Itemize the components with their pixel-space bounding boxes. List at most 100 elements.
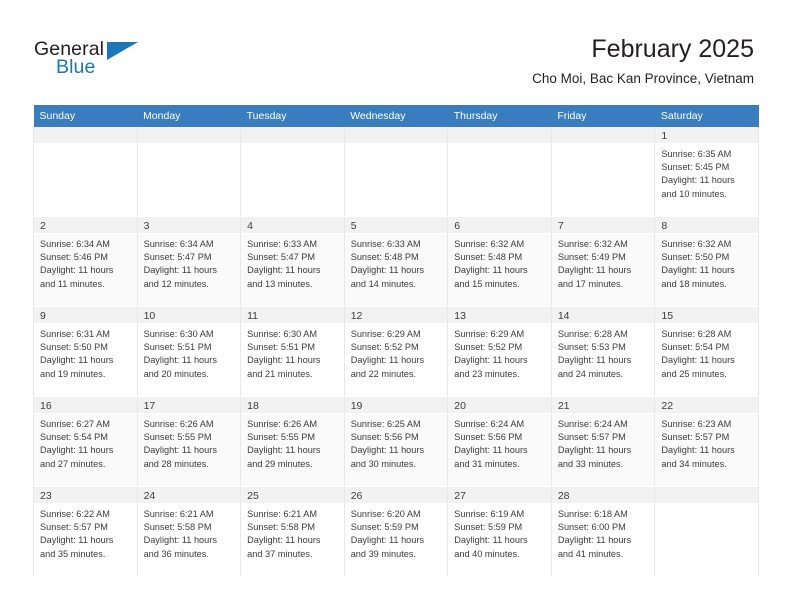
calendar-day-cell[interactable]: 22 Sunrise: 6:23 AM Sunset: 5:57 PM Dayligh…: [654, 396, 759, 487]
calendar-day-cell[interactable]: 6 Sunrise: 6:32 AM Sunset: 5:48 PM Daylight…: [447, 216, 552, 307]
calendar-day-cell[interactable]: 16 Sunrise: 6:27 AM Sunset: 5:54 PM Dayligh…: [33, 396, 138, 487]
calendar-day-cell[interactable]: 25 Sunrise: 6:21 AM Sunset: 5:58 PM Dayligh…: [240, 486, 345, 577]
day-details: Sunrise: 6:18 AM Sunset: 6:00 PM Daylight:…: [552, 504, 655, 561]
sunrise-text: Sunrise: 6:20 AM: [350, 509, 421, 519]
calendar-day-cell[interactable]: 24 Sunrise: 6:21 AM Sunset: 5:58 PM Dayligh…: [136, 486, 242, 577]
daylight-text: Daylight: 11 hours and 11 minutes.: [40, 265, 114, 289]
day-cell-inner: 10 Sunrise: 6:30 AM Sunset: 5:51 PM Dayligh…: [137, 307, 241, 396]
calendar-day-cell[interactable]: 27 Sunrise: 6:19 AM Sunset: 5:59 PM Dayligh…: [447, 486, 552, 577]
sunrise-text: Sunrise: 6:24 AM: [557, 419, 628, 429]
sunset-text: Sunset: 6:00 PM: [557, 522, 626, 533]
daylight-text: Daylight: 11 hours and 35 minutes.: [40, 535, 114, 559]
calendar-day-cell[interactable]: 2 Sunrise: 6:34 AM Sunset: 5:46 PM Daylight…: [33, 216, 138, 307]
daylight-text: Daylight: 11 hours and 12 minutes.: [143, 265, 217, 289]
daylight-text: Daylight: 11 hours and 28 minutes.: [143, 445, 217, 469]
day-cell-inner: 23 Sunrise: 6:22 AM Sunset: 5:57 PM Dayligh…: [34, 487, 137, 576]
sunset-text: Sunset: 5:52 PM: [350, 342, 419, 353]
day-details: Sunrise: 6:32 AM Sunset: 5:48 PM Daylight:…: [448, 234, 551, 291]
day-number: 27: [448, 487, 551, 504]
day-details: Sunrise: 6:24 AM Sunset: 5:57 PM Daylight:…: [552, 414, 655, 471]
sunset-text: Sunset: 5:57 PM: [661, 432, 730, 443]
calendar-day-cell[interactable]: 15 Sunrise: 6:28 AM Sunset: 5:54 PM Dayligh…: [654, 306, 759, 397]
calendar-day-cell[interactable]: 20 Sunrise: 6:24 AM Sunset: 5:56 PM Dayligh…: [447, 396, 552, 487]
sunrise-text: Sunrise: 6:33 AM: [247, 239, 318, 249]
calendar-day-cell[interactable]: 5 Sunrise: 6:33 AM Sunset: 5:48 PM Daylight…: [343, 216, 449, 307]
day-details: Sunrise: 6:22 AM Sunset: 5:57 PM Daylight:…: [34, 504, 137, 561]
calendar-empty-cell: [550, 127, 656, 217]
day-details: Sunrise: 6:20 AM Sunset: 5:59 PM Daylight:…: [345, 504, 448, 561]
day-cell-inner: 21 Sunrise: 6:24 AM Sunset: 5:57 PM Dayligh…: [551, 397, 655, 486]
day-cell-inner: 28 Sunrise: 6:18 AM Sunset: 6:00 PM Dayligh…: [551, 487, 655, 576]
day-cell-inner: 4 Sunrise: 6:33 AM Sunset: 5:47 PM Daylight…: [241, 217, 344, 306]
daylight-text: Daylight: 11 hours and 18 minutes.: [661, 265, 735, 289]
day-number: 11: [241, 307, 344, 324]
day-number: 24: [137, 487, 241, 504]
calendar-body: 1 Sunrise: 6:35 AM Sunset: 5:45 PM Daylight…: [33, 127, 759, 577]
title-block: February 2025 Cho Moi, Bac Kan Province,…: [532, 34, 754, 87]
sunrise-text: Sunrise: 6:29 AM: [350, 329, 421, 339]
day-number: 23: [34, 487, 137, 504]
calendar-day-cell[interactable]: 3 Sunrise: 6:34 AM Sunset: 5:47 PM Daylight…: [136, 216, 242, 307]
calendar-day-cell[interactable]: 1 Sunrise: 6:35 AM Sunset: 5:45 PM Daylight…: [654, 127, 759, 217]
calendar-day-cell[interactable]: 21 Sunrise: 6:24 AM Sunset: 5:57 PM Dayligh…: [550, 396, 656, 487]
calendar-day-cell[interactable]: 17 Sunrise: 6:26 AM Sunset: 5:55 PM Dayligh…: [136, 396, 242, 487]
daylight-text: Daylight: 11 hours and 15 minutes.: [454, 265, 528, 289]
sunrise-text: Sunrise: 6:34 AM: [40, 239, 110, 249]
day-number: 19: [344, 397, 448, 414]
day-number: 10: [137, 307, 241, 324]
sunset-text: Sunset: 5:47 PM: [143, 252, 212, 263]
calendar-day-cell[interactable]: 13 Sunrise: 6:29 AM Sunset: 5:52 PM Dayligh…: [447, 306, 552, 397]
calendar-table: Sunday Monday Tuesday Wednesday Thursday…: [33, 105, 759, 577]
calendar-day-cell[interactable]: 4 Sunrise: 6:33 AM Sunset: 5:47 PM Daylight…: [240, 216, 345, 307]
calendar-day-cell[interactable]: 19 Sunrise: 6:25 AM Sunset: 5:56 PM Dayligh…: [343, 396, 449, 487]
day-cell-inner: 18 Sunrise: 6:26 AM Sunset: 5:55 PM Dayligh…: [241, 397, 344, 486]
day-number: [655, 487, 758, 504]
daylight-text: Daylight: 11 hours and 21 minutes.: [247, 355, 321, 379]
logo-text-blue: Blue: [56, 56, 96, 78]
sunset-text: Sunset: 5:55 PM: [247, 432, 316, 443]
day-number: [448, 127, 551, 144]
day-details: Sunrise: 6:21 AM Sunset: 5:58 PM Daylight:…: [138, 504, 241, 561]
sunrise-text: Sunrise: 6:31 AM: [40, 329, 110, 339]
calendar-day-cell[interactable]: 9 Sunrise: 6:31 AM Sunset: 5:50 PM Daylight…: [33, 306, 138, 397]
calendar-day-cell[interactable]: 28 Sunrise: 6:18 AM Sunset: 6:00 PM Dayligh…: [550, 486, 656, 577]
calendar-day-cell[interactable]: 10 Sunrise: 6:30 AM Sunset: 5:51 PM Dayligh…: [136, 306, 242, 397]
day-number: 18: [241, 397, 344, 414]
sunset-text: Sunset: 5:50 PM: [40, 342, 108, 353]
sunset-text: Sunset: 5:50 PM: [661, 252, 730, 263]
calendar-day-cell[interactable]: 23 Sunrise: 6:22 AM Sunset: 5:57 PM Dayligh…: [33, 486, 138, 577]
calendar-empty-cell: [447, 127, 552, 217]
calendar-day-cell[interactable]: 26 Sunrise: 6:20 AM Sunset: 5:59 PM Dayligh…: [343, 486, 449, 577]
day-cell-inner: 9 Sunrise: 6:31 AM Sunset: 5:50 PM Daylight…: [34, 307, 137, 396]
day-number: 4: [241, 217, 344, 234]
calendar-day-cell[interactable]: 8 Sunrise: 6:32 AM Sunset: 5:50 PM Daylight…: [654, 216, 759, 307]
day-details: Sunrise: 6:29 AM Sunset: 5:52 PM Daylight:…: [345, 324, 448, 381]
daylight-text: Daylight: 11 hours and 39 minutes.: [350, 535, 425, 559]
day-number: 8: [655, 217, 758, 234]
day-number: 22: [655, 397, 758, 414]
day-cell-inner: 8 Sunrise: 6:32 AM Sunset: 5:50 PM Daylight…: [655, 217, 758, 306]
general-blue-logo[interactable]: General Blue: [34, 38, 154, 84]
calendar-day-cell[interactable]: 11 Sunrise: 6:30 AM Sunset: 5:51 PM Dayligh…: [240, 306, 345, 397]
day-cell-inner: 14 Sunrise: 6:28 AM Sunset: 5:53 PM Dayligh…: [551, 307, 655, 396]
calendar-day-cell[interactable]: 18 Sunrise: 6:26 AM Sunset: 5:55 PM Dayligh…: [240, 396, 345, 487]
calendar-day-cell[interactable]: 12 Sunrise: 6:29 AM Sunset: 5:52 PM Dayligh…: [343, 306, 449, 397]
day-cell-inner: [448, 127, 551, 216]
daylight-text: Daylight: 11 hours and 22 minutes.: [350, 355, 425, 379]
weekday-header-sunday: Sunday: [33, 105, 138, 127]
day-number: 28: [551, 487, 655, 504]
daylight-text: Daylight: 11 hours and 34 minutes.: [661, 445, 735, 469]
calendar-day-cell[interactable]: 14 Sunrise: 6:28 AM Sunset: 5:53 PM Dayligh…: [550, 306, 656, 397]
sunset-text: Sunset: 5:47 PM: [247, 252, 316, 263]
calendar-day-cell[interactable]: 7 Sunrise: 6:32 AM Sunset: 5:49 PM Daylight…: [550, 216, 656, 307]
day-details: Sunrise: 6:21 AM Sunset: 5:58 PM Daylight:…: [241, 504, 344, 561]
day-details: Sunrise: 6:24 AM Sunset: 5:56 PM Daylight:…: [448, 414, 551, 471]
day-number: 5: [344, 217, 448, 234]
day-number: [551, 127, 655, 144]
sunset-text: Sunset: 5:59 PM: [454, 522, 523, 533]
sunset-text: Sunset: 5:52 PM: [454, 342, 523, 353]
weekday-header-wednesday: Wednesday: [344, 105, 448, 127]
day-number: 26: [344, 487, 448, 504]
page-title: February 2025: [591, 35, 754, 63]
sunset-text: Sunset: 5:59 PM: [350, 522, 419, 533]
